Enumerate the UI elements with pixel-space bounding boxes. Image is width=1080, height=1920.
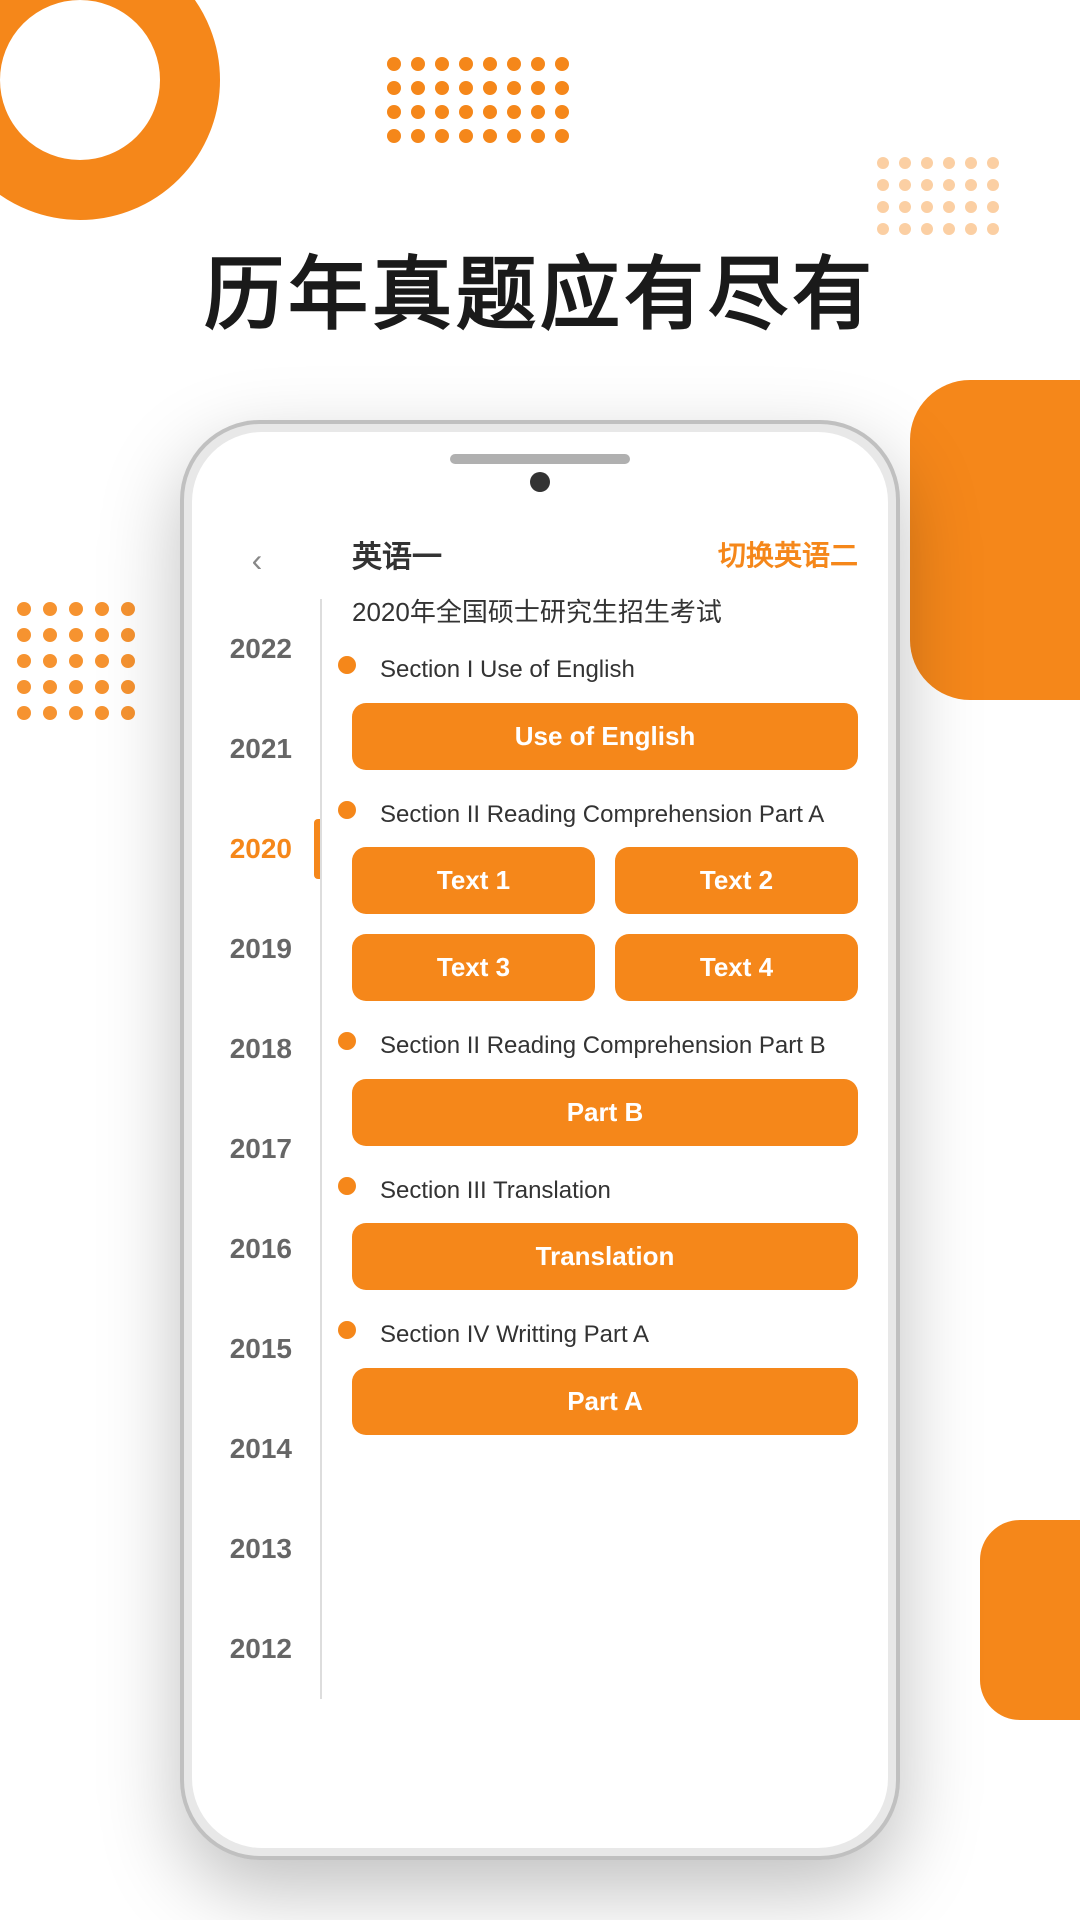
year-list: 2022202120202019201820172016201520142013… <box>192 599 322 1699</box>
btn-row-s4: Translation <box>352 1223 858 1290</box>
exam-title: 2020年全国硕士研究生招生考试 <box>352 592 858 629</box>
btn-row-s2: Text 1 Text 2 Text 3 Text 4 <box>352 847 858 1001</box>
phone-content: ‹ 20222021202020192018201720162015201420… <box>192 512 888 1848</box>
year-item-2018[interactable]: 2018 <box>192 999 322 1099</box>
btn-part-b[interactable]: Part B <box>352 1079 858 1146</box>
section-label-s4: Section III Translation <box>352 1174 858 1208</box>
year-item-2022[interactable]: 2022 <box>192 599 322 699</box>
year-item-2019[interactable]: 2019 <box>192 899 322 999</box>
section-block-s5: Section IV Writting Part A Part A <box>352 1318 858 1435</box>
btn-row-s1: Use of English <box>352 703 858 770</box>
bg-orange-bottom-right <box>980 1520 1080 1720</box>
year-item-2020[interactable]: 2020 <box>192 799 322 899</box>
dots-top-center-svg <box>385 55 595 155</box>
year-item-2012[interactable]: 2012 <box>192 1599 322 1699</box>
section-block-s3: Section II Reading Comprehension Part B P… <box>352 1029 858 1146</box>
btn-use-of-english[interactable]: Use of English <box>352 703 858 770</box>
bg-circle-top-left <box>0 0 220 220</box>
btn-text-1[interactable]: Text 1 <box>352 847 595 914</box>
year-item-2013[interactable]: 2013 <box>192 1499 322 1599</box>
phone-notch <box>450 454 630 464</box>
section-block-s4: Section III Translation Translation <box>352 1174 858 1291</box>
section-block-s1: Section I Use of English Use of English <box>352 653 858 770</box>
sidebar: ‹ 20222021202020192018201720162015201420… <box>192 512 322 1848</box>
lang-switch-button[interactable]: 切换英语二 <box>718 534 858 574</box>
timeline-line <box>320 599 322 1699</box>
section-label-s3: Section II Reading Comprehension Part B <box>352 1029 858 1063</box>
bg-orange-right-mid <box>910 380 1080 700</box>
year-item-2017[interactable]: 2017 <box>192 1099 322 1199</box>
btn-text-3[interactable]: Text 3 <box>352 934 595 1001</box>
back-button[interactable]: ‹ <box>252 542 263 579</box>
btn-part-a[interactable]: Part A <box>352 1368 858 1435</box>
phone-mockup: ‹ 20222021202020192018201720162015201420… <box>180 420 900 1860</box>
year-item-2021[interactable]: 2021 <box>192 699 322 799</box>
sections-container: Section I Use of EnglishUse of EnglishSe… <box>352 653 858 1435</box>
phone-frame: ‹ 20222021202020192018201720162015201420… <box>180 420 900 1860</box>
year-item-2016[interactable]: 2016 <box>192 1199 322 1299</box>
headline: 历年真题应有尽有 <box>0 230 1080 346</box>
btn-text-4[interactable]: Text 4 <box>615 934 858 1001</box>
btn-row-s5: Part A <box>352 1368 858 1435</box>
btn-translation[interactable]: Translation <box>352 1223 858 1290</box>
phone-camera <box>530 472 550 492</box>
main-content-area[interactable]: 英语一 切换英语二 2020年全国硕士研究生招生考试 Section I Use… <box>322 512 888 1848</box>
btn-row-s3: Part B <box>352 1079 858 1146</box>
section-label-s1: Section I Use of English <box>352 653 858 687</box>
btn-text-2[interactable]: Text 2 <box>615 847 858 914</box>
year-item-2015[interactable]: 2015 <box>192 1299 322 1399</box>
section-label-s5: Section IV Writting Part A <box>352 1318 858 1352</box>
content-header: 英语一 切换英语二 <box>352 532 858 576</box>
lang-title: 英语一 <box>352 532 442 576</box>
section-block-s2: Section II Reading Comprehension Part A T… <box>352 798 858 1002</box>
section-label-s2: Section II Reading Comprehension Part A <box>352 798 858 832</box>
dots-mid-left-svg <box>15 600 165 730</box>
year-item-2014[interactable]: 2014 <box>192 1399 322 1499</box>
phone-inner: ‹ 20222021202020192018201720162015201420… <box>192 432 888 1848</box>
